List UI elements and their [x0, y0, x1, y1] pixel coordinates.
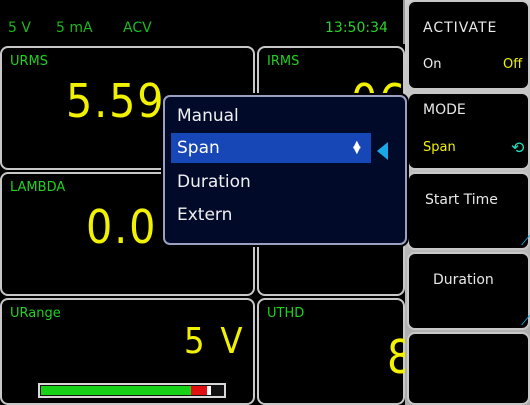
level-peak-marker [207, 386, 211, 395]
irms-label: IRMS [267, 54, 300, 69]
urange-label: URange [10, 306, 61, 321]
level-green-segment [41, 386, 191, 395]
range-level-bar [38, 383, 226, 398]
mode-select-menu[interactable]: Manual Span ▲ ▼ Duration Extern [163, 95, 407, 245]
mode-value: Span [423, 140, 456, 155]
menu-item-extern[interactable]: Extern [171, 200, 371, 230]
menu-item-span-label: Span [177, 138, 220, 158]
urms-label: URMS [10, 54, 49, 69]
urange-value: 5 V [184, 321, 246, 362]
menu-item-span[interactable]: Span ▲ ▼ [171, 133, 371, 163]
start-time-title: Start Time [425, 192, 498, 208]
activate-softkey[interactable]: ACTIVATE On Off [407, 0, 530, 90]
activate-title: ACTIVATE [423, 20, 498, 36]
menu-item-duration[interactable]: Duration [171, 167, 371, 197]
selection-pointer-icon [377, 142, 388, 160]
activate-on-option[interactable]: On [423, 57, 441, 72]
lambda-label: LAMBDA [10, 180, 66, 195]
up-down-icon: ▲ ▼ [353, 139, 361, 156]
adjust-knob-icon: ⟋ [521, 310, 530, 329]
urms-value: 5.59 [66, 74, 166, 128]
voltage-range-indicator: 5 V [8, 20, 31, 36]
status-bar: 5 V 5 mA ACV 13:50:34 [0, 0, 405, 44]
measurement-mode-indicator: ACV [123, 20, 152, 36]
uthd-panel[interactable]: UTHD 8 [257, 298, 413, 405]
mode-softkey[interactable]: MODE Span ⟲ [407, 92, 530, 170]
rotate-icon: ⟲ [511, 138, 525, 157]
menu-item-manual[interactable]: Manual [171, 101, 371, 131]
uthd-label: UTHD [267, 306, 305, 321]
start-time-softkey[interactable]: Start Time ⟋ [407, 172, 530, 250]
clock: 13:50:34 [325, 20, 388, 36]
lambda-value: 0.0 [86, 200, 158, 254]
adjust-knob-icon: ⟋ [521, 230, 530, 249]
duration-title: Duration [433, 272, 494, 288]
duration-softkey[interactable]: Duration ⟋ [407, 252, 530, 330]
level-red-segment [191, 386, 207, 395]
current-range-indicator: 5 mA [56, 20, 93, 36]
mode-title: MODE [423, 102, 466, 118]
activate-off-option[interactable]: Off [503, 57, 522, 72]
empty-softkey[interactable] [407, 332, 530, 405]
